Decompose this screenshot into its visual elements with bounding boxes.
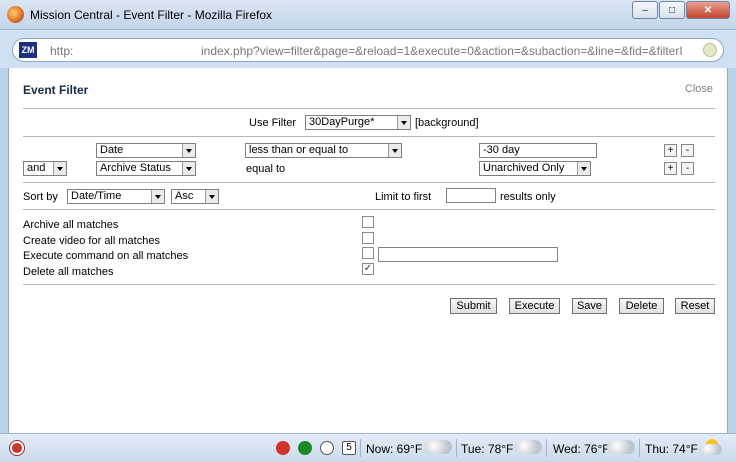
firefox-logo-icon bbox=[7, 6, 24, 23]
chevron-down-icon bbox=[388, 144, 401, 157]
use-filter-label: Use Filter bbox=[249, 117, 297, 129]
zm-favicon-icon: ZM bbox=[19, 42, 37, 58]
weather-now[interactable]: Now: 69°F bbox=[366, 442, 422, 456]
status-bar: 5 Now: 69°F Tue: 78°F Wed: 76°F Thu: 74°… bbox=[0, 433, 736, 462]
term-2-conjunction-select[interactable]: and bbox=[23, 161, 67, 176]
weather-tue[interactable]: Tue: 78°F bbox=[461, 442, 513, 456]
sort-by-label: Sort by bbox=[23, 191, 58, 203]
chevron-down-icon bbox=[397, 116, 410, 129]
term-1-value-input[interactable]: -30 day bbox=[479, 143, 597, 158]
term-2-operator-label: equal to bbox=[246, 163, 286, 175]
close-link[interactable]: Close bbox=[685, 83, 713, 95]
term-1-remove-button[interactable]: - bbox=[681, 144, 694, 157]
event-filter-page: Event Filter Close Use Filter 30DayPurge… bbox=[8, 68, 728, 433]
create-video-label: Create video for all matches bbox=[23, 235, 160, 247]
term-2-add-button[interactable]: + bbox=[664, 162, 677, 175]
chevron-down-icon bbox=[53, 162, 66, 175]
window-controls: – □ ✕ bbox=[631, 1, 730, 19]
term-1-operator-select[interactable]: less than or equal to bbox=[245, 143, 402, 158]
term-2-attribute-select[interactable]: Archive Status bbox=[96, 161, 196, 176]
term-2-value-select[interactable]: Unarchived Only bbox=[479, 161, 591, 176]
divider bbox=[23, 182, 715, 183]
delete-button[interactable]: Delete bbox=[619, 298, 664, 314]
divider bbox=[23, 284, 715, 285]
page-title: Event Filter bbox=[23, 83, 89, 97]
chevron-down-icon bbox=[151, 190, 164, 203]
separator bbox=[639, 439, 640, 457]
navigation-toolbar: ZM http: index.php?view=filter&page=&rel… bbox=[0, 30, 736, 68]
execute-command-label: Execute command on all matches bbox=[23, 250, 189, 262]
alert-icon[interactable] bbox=[276, 441, 290, 455]
sort-direction-value: Asc bbox=[175, 190, 194, 202]
checkmark-icon: ✓ bbox=[363, 263, 373, 274]
term-1-attribute-select[interactable]: Date bbox=[96, 143, 196, 158]
execute-command-input[interactable] bbox=[378, 247, 558, 262]
filter-background-tag: [background] bbox=[415, 117, 479, 129]
divider bbox=[23, 108, 715, 109]
separator bbox=[546, 439, 547, 457]
window-titlebar: Mission Central - Event Filter - Mozilla… bbox=[0, 0, 736, 30]
address-bar[interactable]: ZM http: index.php?view=filter&page=&rel… bbox=[12, 38, 724, 62]
close-window-button[interactable]: ✕ bbox=[686, 1, 730, 19]
term-1-attribute-value: Date bbox=[100, 144, 124, 156]
cloud-rain-icon bbox=[514, 440, 542, 454]
separator bbox=[360, 439, 361, 457]
term-2-conjunction-value: and bbox=[27, 162, 46, 174]
delete-matches-label: Delete all matches bbox=[23, 266, 114, 278]
partly-cloudy-icon bbox=[700, 444, 722, 455]
divider bbox=[23, 209, 715, 210]
sort-field-select[interactable]: Date/Time bbox=[67, 189, 165, 204]
separator bbox=[456, 439, 457, 457]
save-button[interactable]: Save bbox=[572, 298, 607, 314]
chevron-down-icon bbox=[205, 190, 218, 203]
sort-direction-select[interactable]: Asc bbox=[171, 189, 219, 204]
term-1-operator-value: less than or equal to bbox=[249, 144, 349, 156]
term-2-value: Unarchived Only bbox=[483, 162, 565, 174]
create-video-checkbox[interactable] bbox=[362, 232, 374, 244]
limit-input[interactable] bbox=[446, 188, 496, 203]
url-scheme: http: bbox=[50, 44, 74, 58]
chevron-down-icon bbox=[182, 162, 195, 175]
delete-matches-checkbox[interactable]: ✓ bbox=[362, 263, 374, 275]
archive-matches-checkbox[interactable] bbox=[362, 216, 374, 228]
term-1-add-button[interactable]: + bbox=[664, 144, 677, 157]
window-title: Mission Central - Event Filter - Mozilla… bbox=[30, 8, 273, 22]
execute-command-checkbox[interactable] bbox=[362, 247, 374, 259]
limit-label: Limit to first bbox=[375, 191, 432, 203]
stop-icon[interactable] bbox=[10, 441, 24, 455]
reset-button[interactable]: Reset bbox=[675, 298, 715, 314]
cloud-rain-icon bbox=[424, 440, 452, 454]
archive-matches-label: Archive all matches bbox=[23, 219, 119, 231]
submit-button[interactable]: Submit bbox=[450, 298, 497, 314]
status-green-icon[interactable] bbox=[298, 441, 312, 455]
feed-icon[interactable] bbox=[703, 43, 717, 57]
weather-wed[interactable]: Wed: 76°F bbox=[553, 442, 610, 456]
chevron-down-icon bbox=[182, 144, 195, 157]
minimize-button[interactable]: – bbox=[632, 1, 658, 19]
sort-field-value: Date/Time bbox=[71, 190, 122, 202]
execute-button[interactable]: Execute bbox=[509, 298, 560, 314]
clock-icon[interactable] bbox=[320, 441, 334, 455]
cloud-rain-icon bbox=[607, 440, 635, 454]
divider bbox=[23, 136, 715, 137]
weather-thu[interactable]: Thu: 74°F bbox=[645, 442, 698, 456]
limit-suffix-label: results only bbox=[500, 191, 556, 203]
chevron-down-icon bbox=[577, 162, 590, 175]
use-filter-select[interactable]: 30DayPurge* bbox=[305, 115, 411, 130]
term-2-remove-button[interactable]: - bbox=[681, 162, 694, 175]
url-path: index.php?view=filter&page=&reload=1&exe… bbox=[201, 44, 683, 58]
term-2-attribute-value: Archive Status bbox=[100, 162, 171, 174]
use-filter-value: 30DayPurge* bbox=[309, 116, 375, 128]
calendar-icon[interactable]: 5 bbox=[342, 441, 356, 455]
maximize-button[interactable]: □ bbox=[659, 1, 685, 19]
